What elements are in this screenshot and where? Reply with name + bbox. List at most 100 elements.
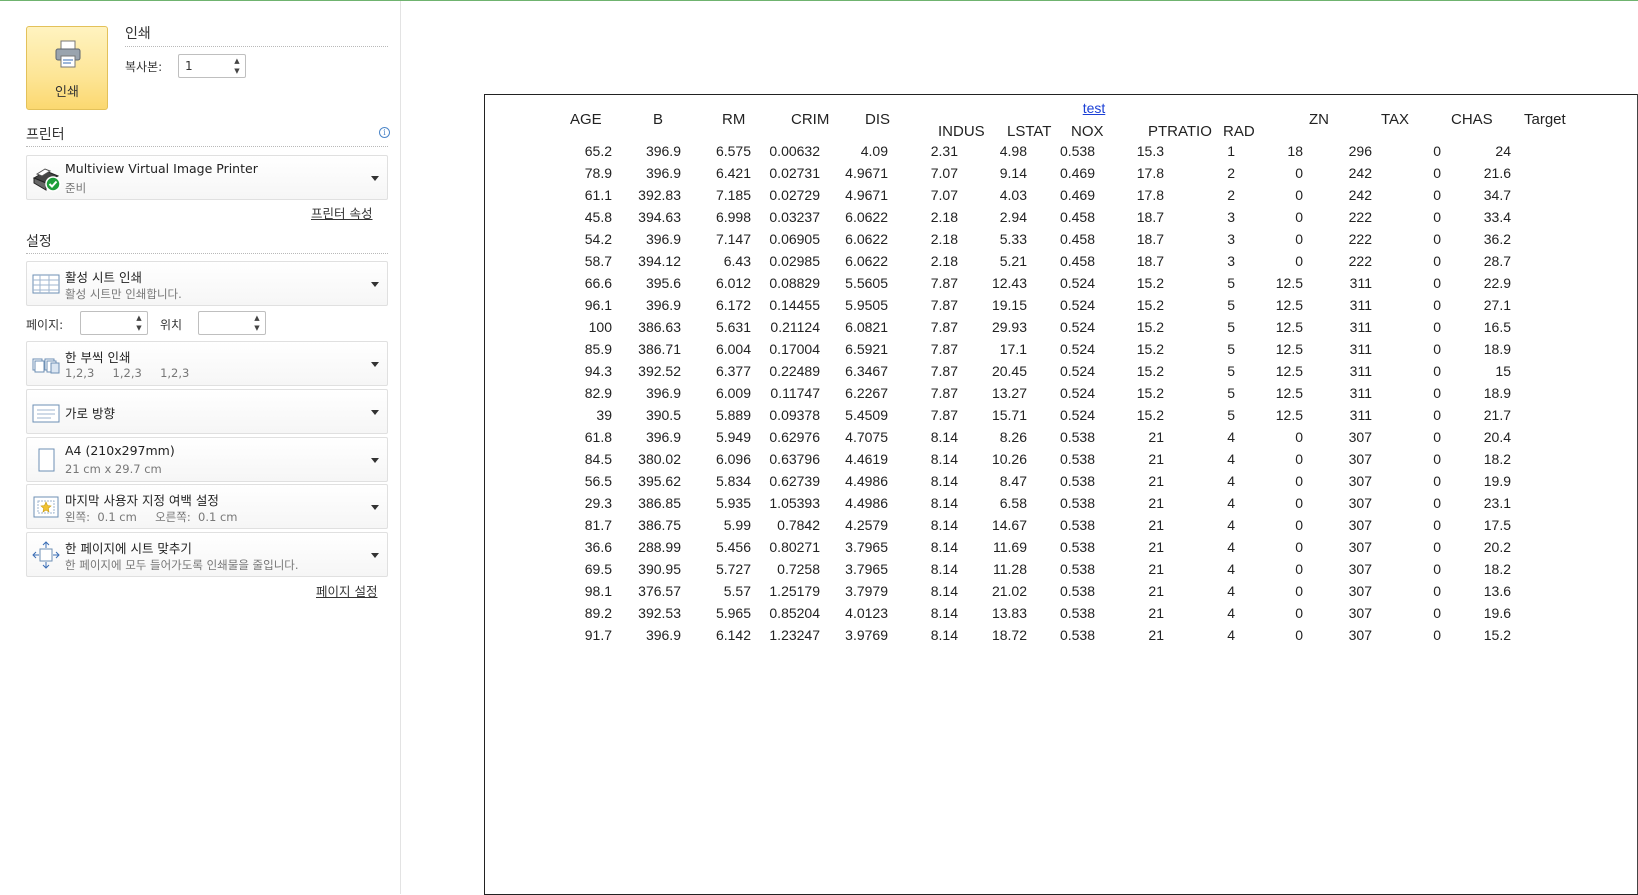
table-cell: 4 bbox=[1227, 451, 1235, 467]
print-title: 인쇄 bbox=[125, 26, 151, 42]
table-cell: 45.8 bbox=[584, 209, 612, 225]
table-cell: 0 bbox=[1433, 429, 1441, 445]
scaling-select[interactable]: 한 페이지에 시트 맞추기 한 페이지에 모두 들어가도록 인쇄물을 줄입니다. bbox=[26, 532, 388, 577]
table-cell: 4.4619 bbox=[845, 451, 888, 467]
table-cell: 4 bbox=[1227, 627, 1235, 643]
table-cell: 91.7 bbox=[584, 627, 612, 643]
table-cell: 10.26 bbox=[991, 451, 1027, 467]
table-cell: 1.25179 bbox=[769, 583, 820, 599]
printer-ready-icon bbox=[32, 167, 61, 192]
table-cell: 0.00632 bbox=[769, 143, 820, 159]
print-what-select[interactable]: 활성 시트 인쇄 활성 시트만 인쇄합니다. bbox=[26, 261, 388, 306]
collate-select[interactable]: 한 부씩 인쇄 1,2,3 1,2,3 1,2,3 bbox=[26, 341, 388, 386]
print-button[interactable]: 인쇄 bbox=[26, 26, 108, 110]
table-cell: 5.57 bbox=[723, 583, 751, 599]
table-cell: 222 bbox=[1348, 209, 1372, 225]
table-cell: 5.834 bbox=[715, 473, 751, 489]
table-cell: 394.12 bbox=[638, 253, 681, 269]
table-cell: 392.53 bbox=[638, 605, 681, 621]
table-cell: 0 bbox=[1433, 407, 1441, 423]
pages-from-stepper[interactable]: ▲ ▼ bbox=[80, 311, 148, 335]
table-cell: 12.5 bbox=[1275, 363, 1303, 379]
pages-to-stepper[interactable]: ▲ ▼ bbox=[198, 311, 266, 335]
column-header: INDUS bbox=[938, 123, 985, 140]
table-cell: 392.52 bbox=[638, 363, 681, 379]
table-cell: 4.4986 bbox=[845, 473, 888, 489]
table-cell: 20.2 bbox=[1483, 539, 1511, 555]
increment-icon[interactable]: ▲ bbox=[252, 313, 262, 323]
table-cell: 0 bbox=[1295, 209, 1303, 225]
table-cell: 0.538 bbox=[1059, 583, 1095, 599]
increment-icon[interactable]: ▲ bbox=[232, 56, 242, 66]
increment-icon[interactable]: ▲ bbox=[134, 313, 144, 323]
printer-section-title: 프린터 bbox=[26, 127, 65, 143]
table-cell: 0.62739 bbox=[769, 473, 820, 489]
table-cell: 58.7 bbox=[584, 253, 612, 269]
table-cell: 98.1 bbox=[584, 583, 612, 599]
table-cell: 21.7 bbox=[1483, 407, 1511, 423]
page-setup-link[interactable]: 페이지 설정 bbox=[316, 581, 377, 600]
table-cell: 0 bbox=[1433, 253, 1441, 269]
table-cell: 0.524 bbox=[1059, 407, 1095, 423]
table-cell: 85.9 bbox=[584, 341, 612, 357]
table-cell: 0 bbox=[1295, 253, 1303, 269]
table-cell: 69.5 bbox=[584, 561, 612, 577]
printer-select[interactable]: Multiview Virtual Image Printer 준비 bbox=[26, 155, 388, 200]
table-cell: 0.469 bbox=[1059, 187, 1095, 203]
table-cell: 8.14 bbox=[930, 583, 958, 599]
table-cell: 15.2 bbox=[1136, 385, 1164, 401]
table-cell: 0 bbox=[1295, 495, 1303, 511]
decrement-icon[interactable]: ▼ bbox=[252, 323, 262, 333]
orientation-select[interactable]: 가로 방향 bbox=[26, 389, 388, 434]
table-cell: 222 bbox=[1348, 231, 1372, 247]
table-cell: 21.02 bbox=[991, 583, 1027, 599]
table-cell: 0 bbox=[1295, 231, 1303, 247]
table-cell: 0.14455 bbox=[769, 297, 820, 313]
margins-select[interactable]: 마지막 사용자 지정 여백 설정 왼쪽: 0.1 cm 오른쪽: 0.1 cm bbox=[26, 484, 388, 529]
table-cell: 15.2 bbox=[1136, 319, 1164, 335]
printer-properties-link[interactable]: 프린터 속성 bbox=[311, 203, 372, 222]
table-cell: 19.9 bbox=[1483, 473, 1511, 489]
copies-label: 복사본: bbox=[125, 60, 163, 74]
table-cell: 0.08829 bbox=[769, 275, 820, 291]
table-cell: 7.87 bbox=[930, 319, 958, 335]
table-cell: 5 bbox=[1227, 341, 1235, 357]
table-cell: 7.07 bbox=[930, 165, 958, 181]
table-cell: 307 bbox=[1348, 495, 1372, 511]
table-cell: 0.02729 bbox=[769, 187, 820, 203]
column-header: AGE bbox=[570, 111, 602, 128]
table-cell: 5.21 bbox=[999, 253, 1027, 269]
table-cell: 13.6 bbox=[1483, 583, 1511, 599]
table-cell: 4.7075 bbox=[845, 429, 888, 445]
table-cell: 2.18 bbox=[930, 209, 958, 225]
print-preview-page: test AGE B RM CRIM DIS INDUS LSTAT NOX PTRATIO RA… bbox=[484, 94, 1638, 895]
table-cell: 21 bbox=[1148, 605, 1164, 621]
table-cell: 1.05393 bbox=[769, 495, 820, 511]
table-cell: 222 bbox=[1348, 253, 1372, 269]
table-cell: 5.9505 bbox=[845, 297, 888, 313]
table-cell: 12.5 bbox=[1275, 407, 1303, 423]
table-cell: 0 bbox=[1295, 451, 1303, 467]
table-cell: 66.6 bbox=[584, 275, 612, 291]
table-cell: 15 bbox=[1495, 363, 1511, 379]
table-cell: 396.9 bbox=[645, 429, 681, 445]
table-cell: 7.147 bbox=[715, 231, 751, 247]
table-cell: 396.9 bbox=[645, 297, 681, 313]
decrement-icon[interactable]: ▼ bbox=[232, 66, 242, 76]
test-link-header[interactable]: test bbox=[1083, 100, 1106, 116]
table-cell: 18.2 bbox=[1483, 561, 1511, 577]
paper-size-select[interactable]: A4 (210x297mm) 21 cm x 29.7 cm bbox=[26, 437, 388, 482]
info-icon[interactable]: i bbox=[379, 127, 390, 138]
table-cell: 12.5 bbox=[1275, 275, 1303, 291]
table-cell: 61.1 bbox=[584, 187, 612, 203]
print-what-subtitle: 활성 시트만 인쇄합니다. bbox=[65, 287, 182, 301]
table-cell: 20.45 bbox=[991, 363, 1027, 379]
table-cell: 6.009 bbox=[715, 385, 751, 401]
table-cell: 15.71 bbox=[991, 407, 1027, 423]
printer-name: Multiview Virtual Image Printer bbox=[65, 161, 258, 176]
copies-stepper[interactable]: 1 ▲ ▼ bbox=[178, 54, 246, 78]
table-cell: 11.28 bbox=[993, 561, 1027, 577]
table-cell: 0.524 bbox=[1059, 341, 1095, 357]
table-cell: 15.2 bbox=[1483, 627, 1511, 643]
decrement-icon[interactable]: ▼ bbox=[134, 323, 144, 333]
